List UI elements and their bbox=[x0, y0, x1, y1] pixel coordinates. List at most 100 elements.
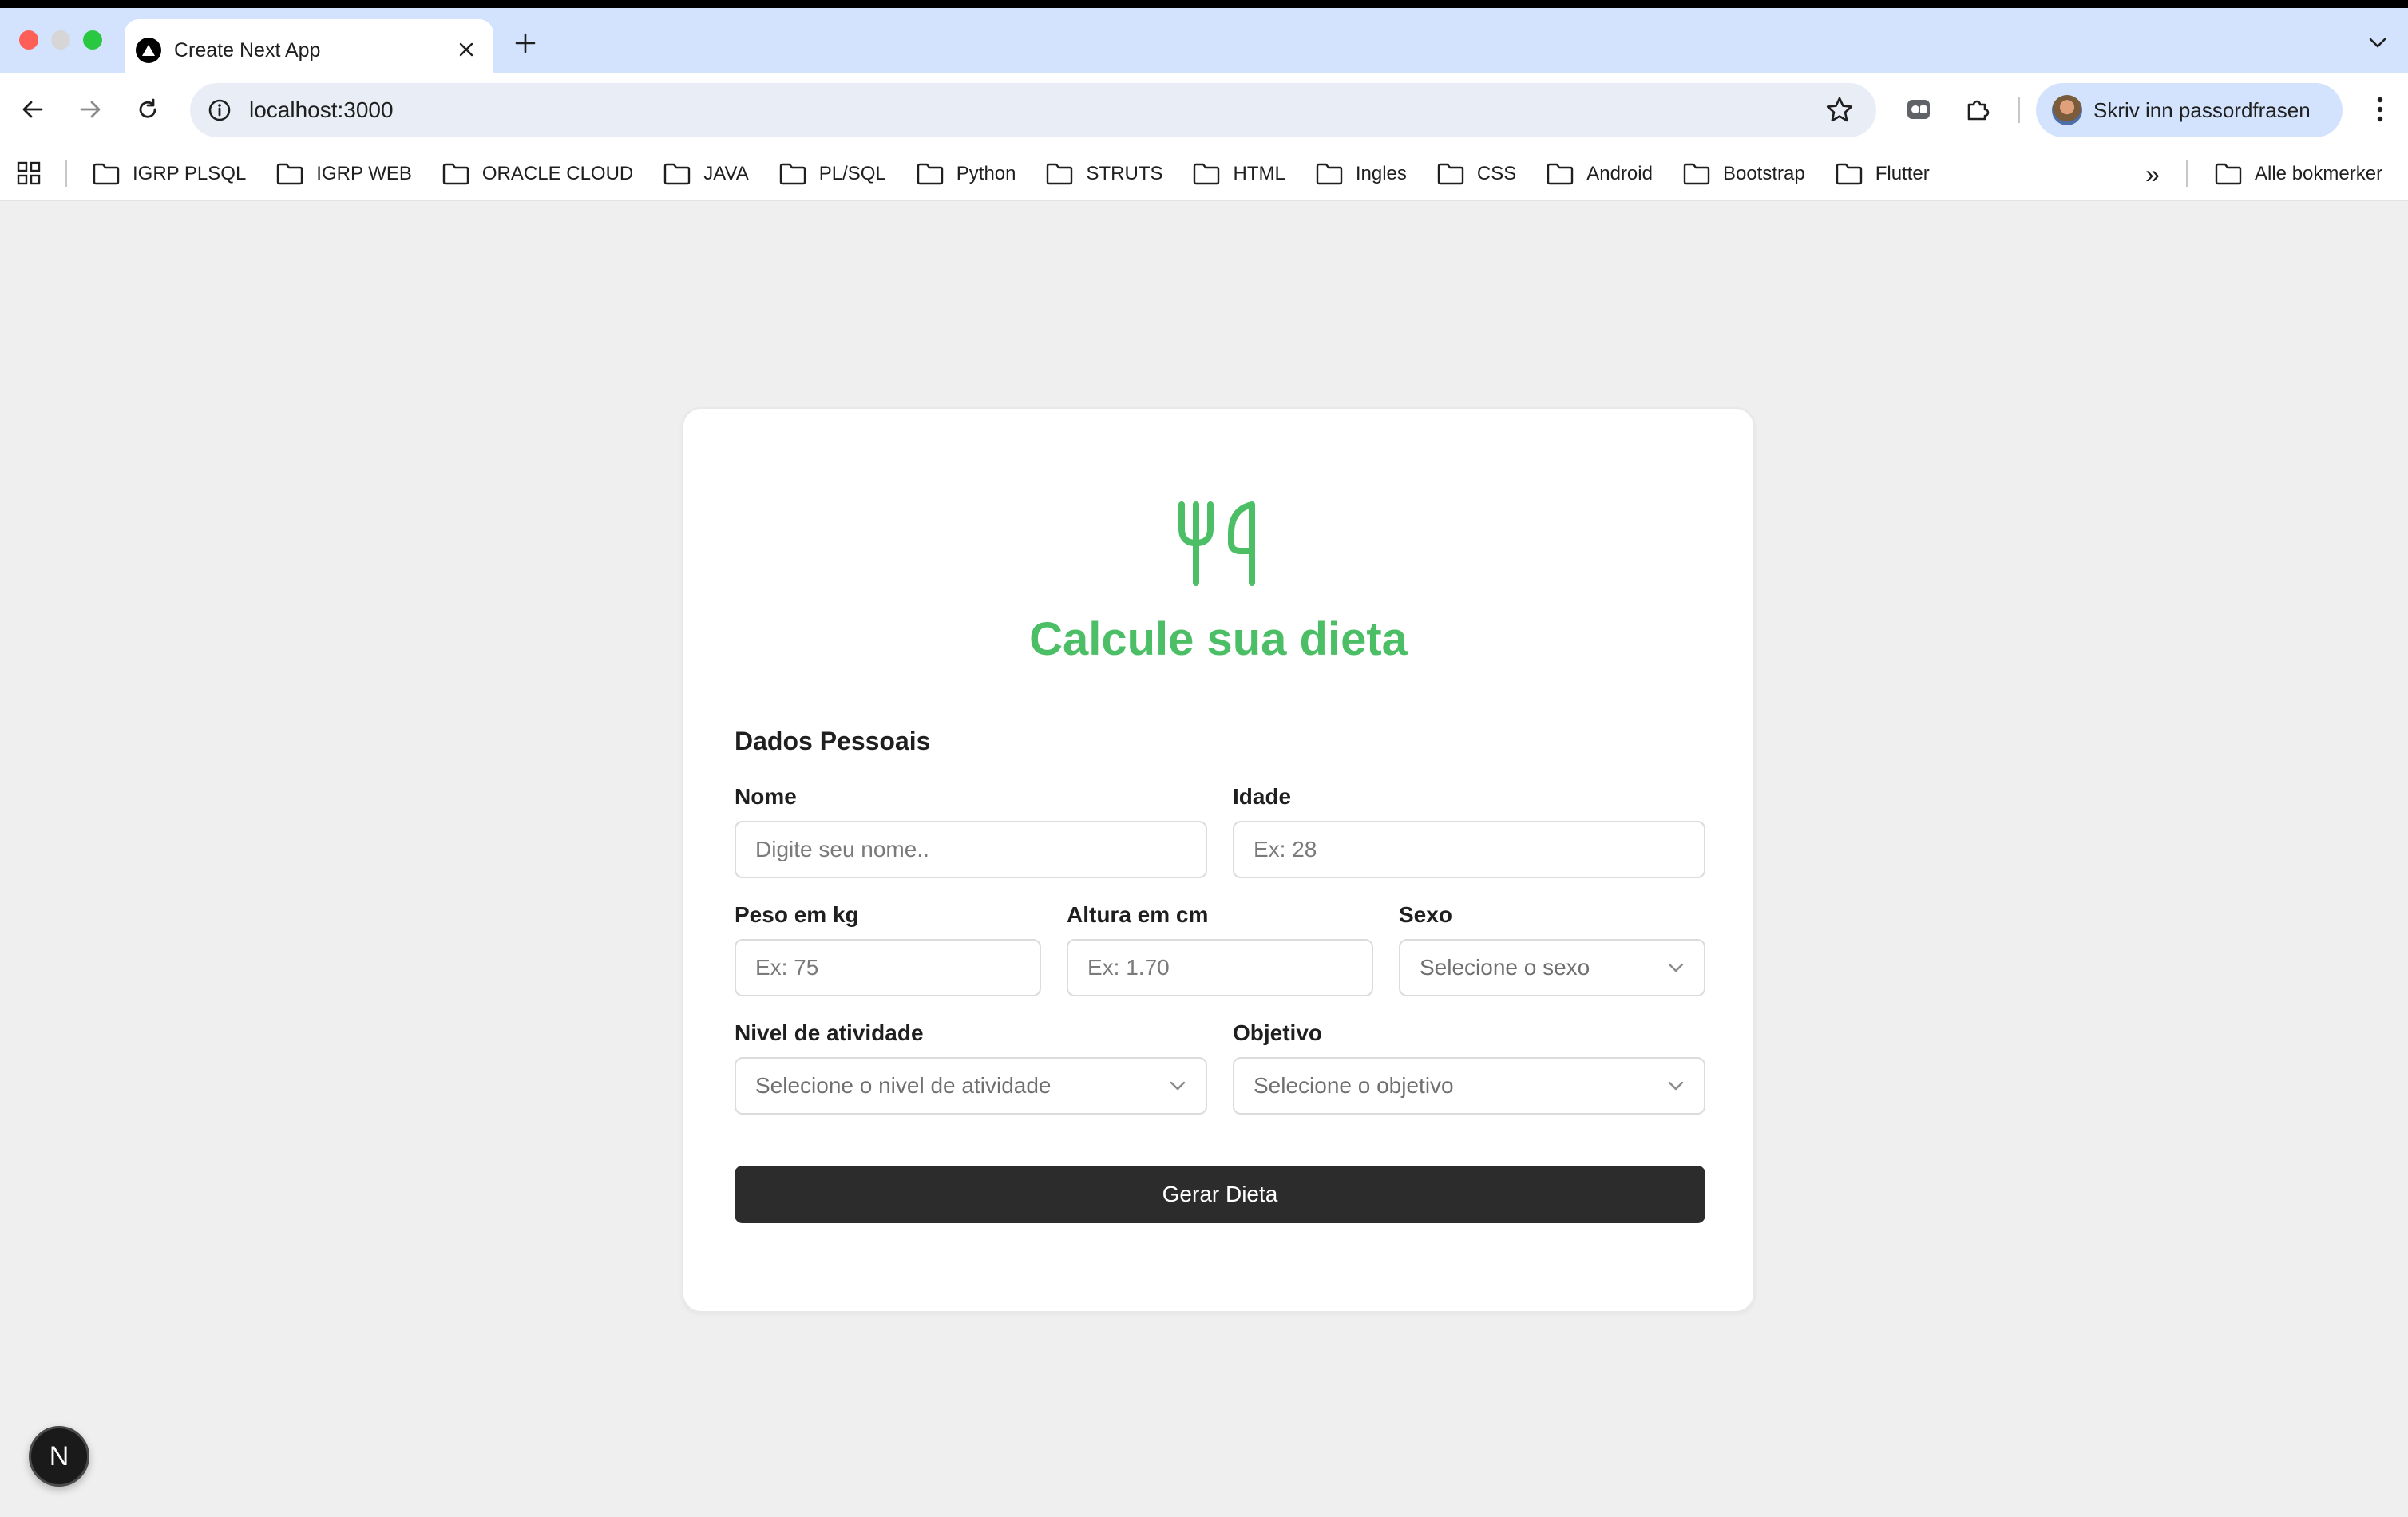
bookmark-label: Android bbox=[1586, 163, 1653, 184]
bookmark-item[interactable]: HTML bbox=[1193, 156, 1315, 192]
folder-icon bbox=[917, 163, 943, 185]
bookmarks-bar: IGRP PLSQL IGRP WEB ORACLE CLOUD JAVA PL/SQL… bbox=[0, 145, 2408, 201]
bookmark-label: Python bbox=[956, 163, 1016, 184]
folder-icon bbox=[1547, 163, 1574, 185]
objetivo-label: Objetivo bbox=[1233, 1020, 1323, 1045]
bookmark-item[interactable]: IGRP PLSQL bbox=[93, 156, 276, 192]
altura-label: Altura em cm bbox=[1067, 902, 1209, 927]
bookmark-label: JAVA bbox=[703, 163, 749, 184]
page-title: Calcule sua dieta bbox=[1029, 613, 1408, 665]
bookmark-item[interactable]: IGRP WEB bbox=[276, 156, 442, 192]
chevron-down-icon bbox=[1170, 1081, 1186, 1091]
idade-label: Idade bbox=[1233, 784, 1292, 809]
nextjs-dev-indicator[interactable]: N bbox=[29, 1426, 89, 1487]
bookmark-item[interactable]: Python bbox=[917, 156, 1047, 192]
url-text: localhost:3000 bbox=[249, 97, 394, 122]
folder-icon bbox=[1683, 163, 1710, 185]
folder-icon bbox=[664, 163, 691, 185]
bookmark-item[interactable]: Flutter bbox=[1836, 156, 1960, 192]
nome-input[interactable] bbox=[735, 821, 1207, 878]
site-info-icon[interactable] bbox=[206, 97, 233, 124]
minimize-window-button[interactable] bbox=[51, 30, 70, 50]
folder-icon bbox=[1836, 163, 1862, 185]
peso-label: Peso em kg bbox=[735, 902, 859, 927]
forward-arrow-icon[interactable] bbox=[70, 89, 110, 129]
bookmark-item[interactable]: STRUTS bbox=[1046, 156, 1193, 192]
sexo-select-value: Selecione o sexo bbox=[1420, 955, 1590, 980]
bookmark-label: Ingles bbox=[1355, 163, 1407, 184]
objetivo-select-value: Selecione o objetivo bbox=[1254, 1073, 1454, 1098]
nivel-select-value: Selecione o nivel de atividade bbox=[755, 1073, 1052, 1098]
bookmark-label: STRUTS bbox=[1086, 163, 1163, 184]
sexo-label: Sexo bbox=[1399, 902, 1452, 927]
folder-icon bbox=[277, 163, 303, 185]
close-window-button[interactable] bbox=[19, 30, 38, 50]
all-bookmarks-button[interactable]: Alle bokmerker bbox=[2215, 156, 2382, 192]
bookmark-star-icon[interactable] bbox=[1824, 94, 1856, 126]
back-arrow-icon[interactable] bbox=[13, 89, 53, 129]
all-bookmarks-label: Alle bokmerker bbox=[2255, 163, 2383, 184]
bookmark-label: ORACLE CLOUD bbox=[481, 163, 634, 184]
browser-tab[interactable]: Create Next App bbox=[125, 19, 493, 81]
more-vert-icon[interactable] bbox=[2360, 89, 2400, 129]
bookmark-item[interactable]: PL/SQL bbox=[779, 156, 917, 192]
utensils-icon bbox=[1177, 498, 1261, 588]
folder-icon bbox=[1194, 163, 1220, 185]
tab-close-icon[interactable] bbox=[452, 35, 481, 64]
chevron-down-icon bbox=[1668, 1081, 1684, 1091]
bookmark-label: CSS bbox=[1476, 163, 1517, 184]
avatar bbox=[2052, 95, 2082, 125]
bookmark-label: Flutter bbox=[1875, 163, 1930, 184]
altura-input[interactable] bbox=[1067, 939, 1373, 996]
folder-icon bbox=[2215, 163, 2242, 185]
bookmarks-divider bbox=[65, 160, 67, 187]
nivel-label: Nivel de atividade bbox=[735, 1020, 924, 1045]
gerar-dieta-button[interactable]: Gerar Dieta bbox=[735, 1166, 1705, 1223]
tab-search-chevron-icon[interactable] bbox=[2357, 22, 2398, 64]
bookmark-item[interactable]: Bootstrap bbox=[1683, 156, 1836, 192]
tab-title: Create Next App bbox=[174, 39, 321, 61]
profile-label: Skriv inn passordfrasen bbox=[2093, 97, 2311, 122]
profile-button[interactable]: Skriv inn passordfrasen bbox=[2036, 83, 2343, 137]
extensions-puzzle-icon[interactable] bbox=[1958, 89, 1998, 129]
bookmark-item[interactable]: ORACLE CLOUD bbox=[442, 156, 663, 192]
reload-icon[interactable] bbox=[128, 89, 168, 129]
idade-input[interactable] bbox=[1233, 821, 1705, 878]
bookmark-label: IGRP WEB bbox=[316, 163, 412, 184]
bookmarks-overflow-icon[interactable]: » bbox=[2137, 160, 2168, 188]
folder-icon bbox=[1437, 163, 1464, 185]
sexo-select[interactable]: Selecione o sexo bbox=[1399, 939, 1705, 996]
bookmark-item[interactable]: CSS bbox=[1437, 156, 1547, 192]
peso-input[interactable] bbox=[735, 939, 1041, 996]
bookmark-label: Bootstrap bbox=[1722, 163, 1805, 184]
address-bar[interactable]: localhost:3000 bbox=[190, 83, 1876, 137]
nome-label: Nome bbox=[735, 784, 797, 809]
browser-toolbar: localhost:3000 Skriv inn passordfrasen bbox=[0, 73, 2408, 145]
maximize-window-button[interactable] bbox=[83, 30, 102, 50]
bookmark-item[interactable]: Ingles bbox=[1316, 156, 1437, 192]
diet-form-card: Calcule sua dieta Dados Pessoais Nome Id… bbox=[682, 407, 1755, 1313]
folder-icon bbox=[442, 163, 469, 185]
folder-icon bbox=[1047, 163, 1073, 185]
bookmark-item[interactable]: Android bbox=[1547, 156, 1683, 192]
chevron-down-icon bbox=[1668, 963, 1684, 972]
bookmark-label: IGRP PLSQL bbox=[133, 163, 247, 184]
objetivo-select[interactable]: Selecione o objetivo bbox=[1233, 1057, 1705, 1115]
bookmarks-divider bbox=[2186, 160, 2188, 187]
extension-icon[interactable] bbox=[1899, 89, 1939, 129]
window-top-edge bbox=[0, 0, 2408, 8]
nextjs-favicon-icon bbox=[136, 38, 161, 63]
apps-grid-icon[interactable] bbox=[16, 160, 42, 186]
bookmark-item[interactable]: JAVA bbox=[663, 156, 778, 192]
bookmark-label: HTML bbox=[1233, 163, 1285, 184]
section-title: Dados Pessoais bbox=[735, 727, 931, 755]
folder-icon bbox=[93, 163, 120, 185]
folder-icon bbox=[779, 163, 806, 185]
new-tab-button[interactable] bbox=[508, 26, 543, 61]
folder-icon bbox=[1316, 163, 1343, 185]
tab-strip: Create Next App bbox=[0, 8, 2408, 81]
toolbar-divider bbox=[2018, 97, 2020, 123]
bookmark-list: IGRP PLSQL IGRP WEB ORACLE CLOUD JAVA PL/SQL… bbox=[93, 156, 1960, 192]
nivel-atividade-select[interactable]: Selecione o nivel de atividade bbox=[735, 1057, 1207, 1115]
bookmark-label: PL/SQL bbox=[818, 163, 886, 184]
